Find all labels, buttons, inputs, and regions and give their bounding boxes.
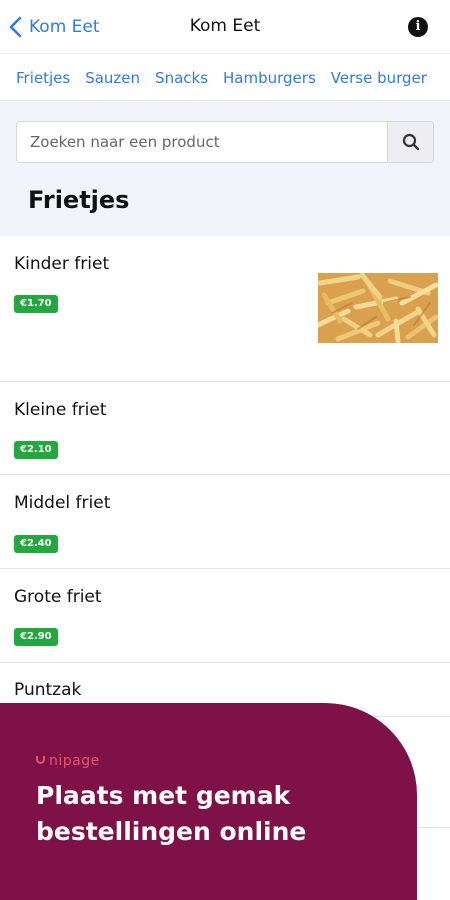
search-bar [16,121,434,163]
price-badge: €2.10 [14,441,58,459]
promo-line-2: bestellingen online [36,817,307,846]
product-name: Kleine friet [14,400,107,420]
price-badge: €2.40 [14,535,58,553]
search-area: Frietjes [0,102,450,236]
promo-logo: nipage [49,753,100,769]
product-item[interactable]: Kinder friet €1.70 [0,236,450,382]
tab-snacks[interactable]: Snacks [155,69,208,87]
search-input[interactable] [17,122,387,162]
promo-banner[interactable]: nipage Plaats met gemak bestellingen onl… [0,703,417,900]
product-name: Puntzak [14,680,82,700]
app-header: Kom Eet Kom Eet i [0,0,450,54]
tab-hamburgers[interactable]: Hamburgers [223,69,316,87]
search-icon [402,133,419,151]
promo-line-1: Plaats met gemak [36,781,291,810]
product-item[interactable]: Middel friet €2.40 [0,475,450,569]
section-title: Frietjes [28,186,130,214]
category-tabs: Frietjes Sauzen Snacks Hamburgers Verse … [0,55,450,101]
product-name: Middel friet [14,493,111,513]
product-item[interactable]: Grote friet €2.90 [0,569,450,663]
promo-headline: Plaats met gemak bestellingen online [36,778,306,850]
product-image [318,273,438,343]
product-item[interactable]: Kleine friet €2.10 [0,382,450,475]
price-badge: €1.70 [14,295,58,313]
price-badge: €2.90 [14,628,58,646]
unipage-logo-icon [36,756,45,764]
tab-sauzen[interactable]: Sauzen [85,69,140,87]
product-name: Grote friet [14,587,102,607]
product-name: Kinder friet [14,254,110,274]
fries-image [318,273,438,343]
search-button[interactable] [387,122,433,162]
info-icon[interactable]: i [408,17,428,37]
tab-verse-burger[interactable]: Verse burger [331,69,427,87]
page-title: Kom Eet [189,16,261,36]
tab-frietjes[interactable]: Frietjes [16,69,70,87]
